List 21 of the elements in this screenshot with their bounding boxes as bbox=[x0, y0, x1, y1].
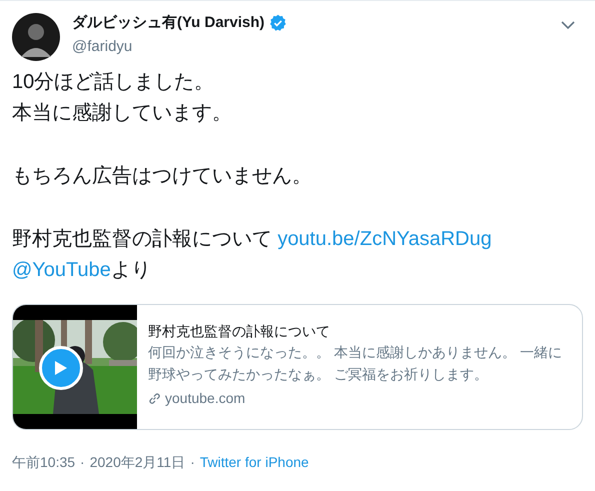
tweet-text: 10分ほど話しました。 bbox=[12, 70, 216, 95]
card-description: 何回か泣きそうになった。。 本当に感謝しかありません。 一緒に野球やってみたかったなぁ。 ご冥福をお祈りします。 bbox=[148, 343, 563, 384]
separator: · bbox=[190, 453, 195, 472]
author-name[interactable]: ダルビッシュ有(Yu Darvish) bbox=[72, 13, 265, 33]
separator: · bbox=[80, 453, 85, 472]
link-icon bbox=[148, 392, 161, 405]
tweet-text: 本当に感謝しています。 bbox=[12, 101, 233, 126]
tweet-time[interactable]: 午前10:35 bbox=[12, 452, 76, 473]
play-icon bbox=[54, 360, 68, 376]
chevron-icon[interactable] bbox=[561, 21, 575, 30]
tweet-text: @YouTubeより bbox=[12, 258, 152, 283]
card-domain: youtube.com bbox=[165, 389, 246, 408]
tweet-date[interactable]: 2020年2月11日 bbox=[90, 452, 186, 473]
card-title[interactable]: 野村克也監督の訃報について bbox=[148, 322, 570, 341]
tweet-text: もちろん広告はつけていません。 bbox=[12, 164, 313, 189]
avatar[interactable] bbox=[12, 13, 60, 61]
author-handle[interactable]: @faridyu bbox=[72, 37, 287, 57]
tweet-link[interactable]: @YouTube bbox=[12, 259, 111, 281]
tweet-link[interactable]: youtu.be/ZcNYasaRDug bbox=[278, 228, 492, 250]
source-link[interactable]: Twitter for iPhone bbox=[200, 452, 309, 473]
tweet-text: 野村克也監督の訃報について youtu.be/ZcNYasaRDug bbox=[12, 227, 493, 252]
